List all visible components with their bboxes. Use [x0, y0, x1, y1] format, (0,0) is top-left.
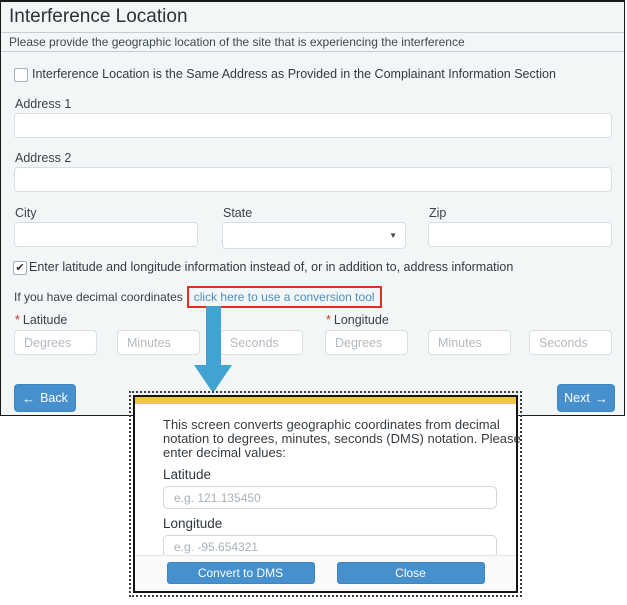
back-button[interactable]: ← Back [14, 384, 76, 412]
down-arrow-annotation-head [194, 365, 232, 393]
city-input[interactable] [14, 222, 198, 247]
convert-to-dms-button[interactable]: Convert to DMS [167, 562, 315, 584]
dialog-longitude-label: Longitude [163, 516, 496, 531]
page-title: Interference Location [9, 6, 188, 28]
dialog-description: This screen converts geographic coordina… [163, 418, 496, 432]
latitude-degrees-input[interactable] [14, 330, 97, 355]
dialog-description: notation to degrees, minutes, seconds (D… [163, 432, 496, 446]
divider [1, 51, 624, 52]
next-button[interactable]: Next → [557, 384, 615, 412]
longitude-seconds-input[interactable] [529, 330, 612, 355]
same-address-checkbox-label: Interference Location is the Same Addres… [32, 67, 556, 81]
back-button-label: Back [40, 391, 68, 405]
conversion-tool-dialog: This screen converts geographic coordina… [133, 395, 518, 593]
close-button[interactable]: Close [337, 562, 485, 584]
conversion-hint-row: If you have decimal coordinates click he… [14, 286, 382, 308]
address1-input[interactable] [14, 113, 612, 138]
next-arrow-icon: → [595, 391, 608, 406]
address2-input[interactable] [14, 167, 612, 192]
state-select[interactable]: ▼ [222, 222, 406, 249]
latitude-decimal-input[interactable] [163, 486, 497, 509]
dialog-footer: Convert to DMS Close [135, 555, 516, 591]
back-arrow-icon: ← [22, 391, 35, 406]
latitude-minutes-input[interactable] [117, 330, 200, 355]
latlong-checkbox-label: Enter latitude and longitude information… [29, 260, 513, 274]
latitude-label: *Latitude [15, 313, 67, 327]
latitude-seconds-input[interactable] [220, 330, 303, 355]
longitude-label: *Longitude [326, 313, 389, 327]
city-label: City [15, 206, 37, 220]
page-subtitle: Please provide the geographic location o… [9, 35, 465, 49]
dialog-latitude-label: Latitude [163, 467, 496, 482]
required-asterisk: * [15, 313, 20, 327]
chevron-down-icon: ▼ [389, 231, 397, 240]
same-address-checkbox[interactable] [14, 68, 28, 82]
zip-input[interactable] [428, 222, 612, 247]
zip-label: Zip [429, 206, 446, 220]
annotation-highlight-box: click here to use a conversion tool [187, 286, 382, 308]
conversion-tool-link[interactable]: click here to use a conversion tool [194, 290, 375, 304]
address1-label: Address 1 [15, 97, 71, 111]
required-asterisk: * [326, 313, 331, 327]
conversion-hint-text: If you have decimal coordinates [14, 290, 183, 304]
longitude-minutes-input[interactable] [428, 330, 511, 355]
next-button-label: Next [564, 391, 590, 405]
screenshot-stage: Interference Location Please provide the… [0, 0, 627, 605]
dialog-body: This screen converts geographic coordina… [135, 404, 516, 558]
address2-label: Address 2 [15, 151, 71, 165]
state-label: State [223, 206, 252, 220]
dialog-description: enter decimal values: [163, 446, 496, 460]
dialog-top-accent-bar [135, 397, 516, 404]
interference-location-panel: Interference Location Please provide the… [0, 0, 625, 416]
down-arrow-annotation [206, 306, 221, 366]
longitude-degrees-input[interactable] [325, 330, 408, 355]
divider [1, 32, 624, 33]
latlong-checkbox[interactable]: ✔ [13, 261, 27, 275]
